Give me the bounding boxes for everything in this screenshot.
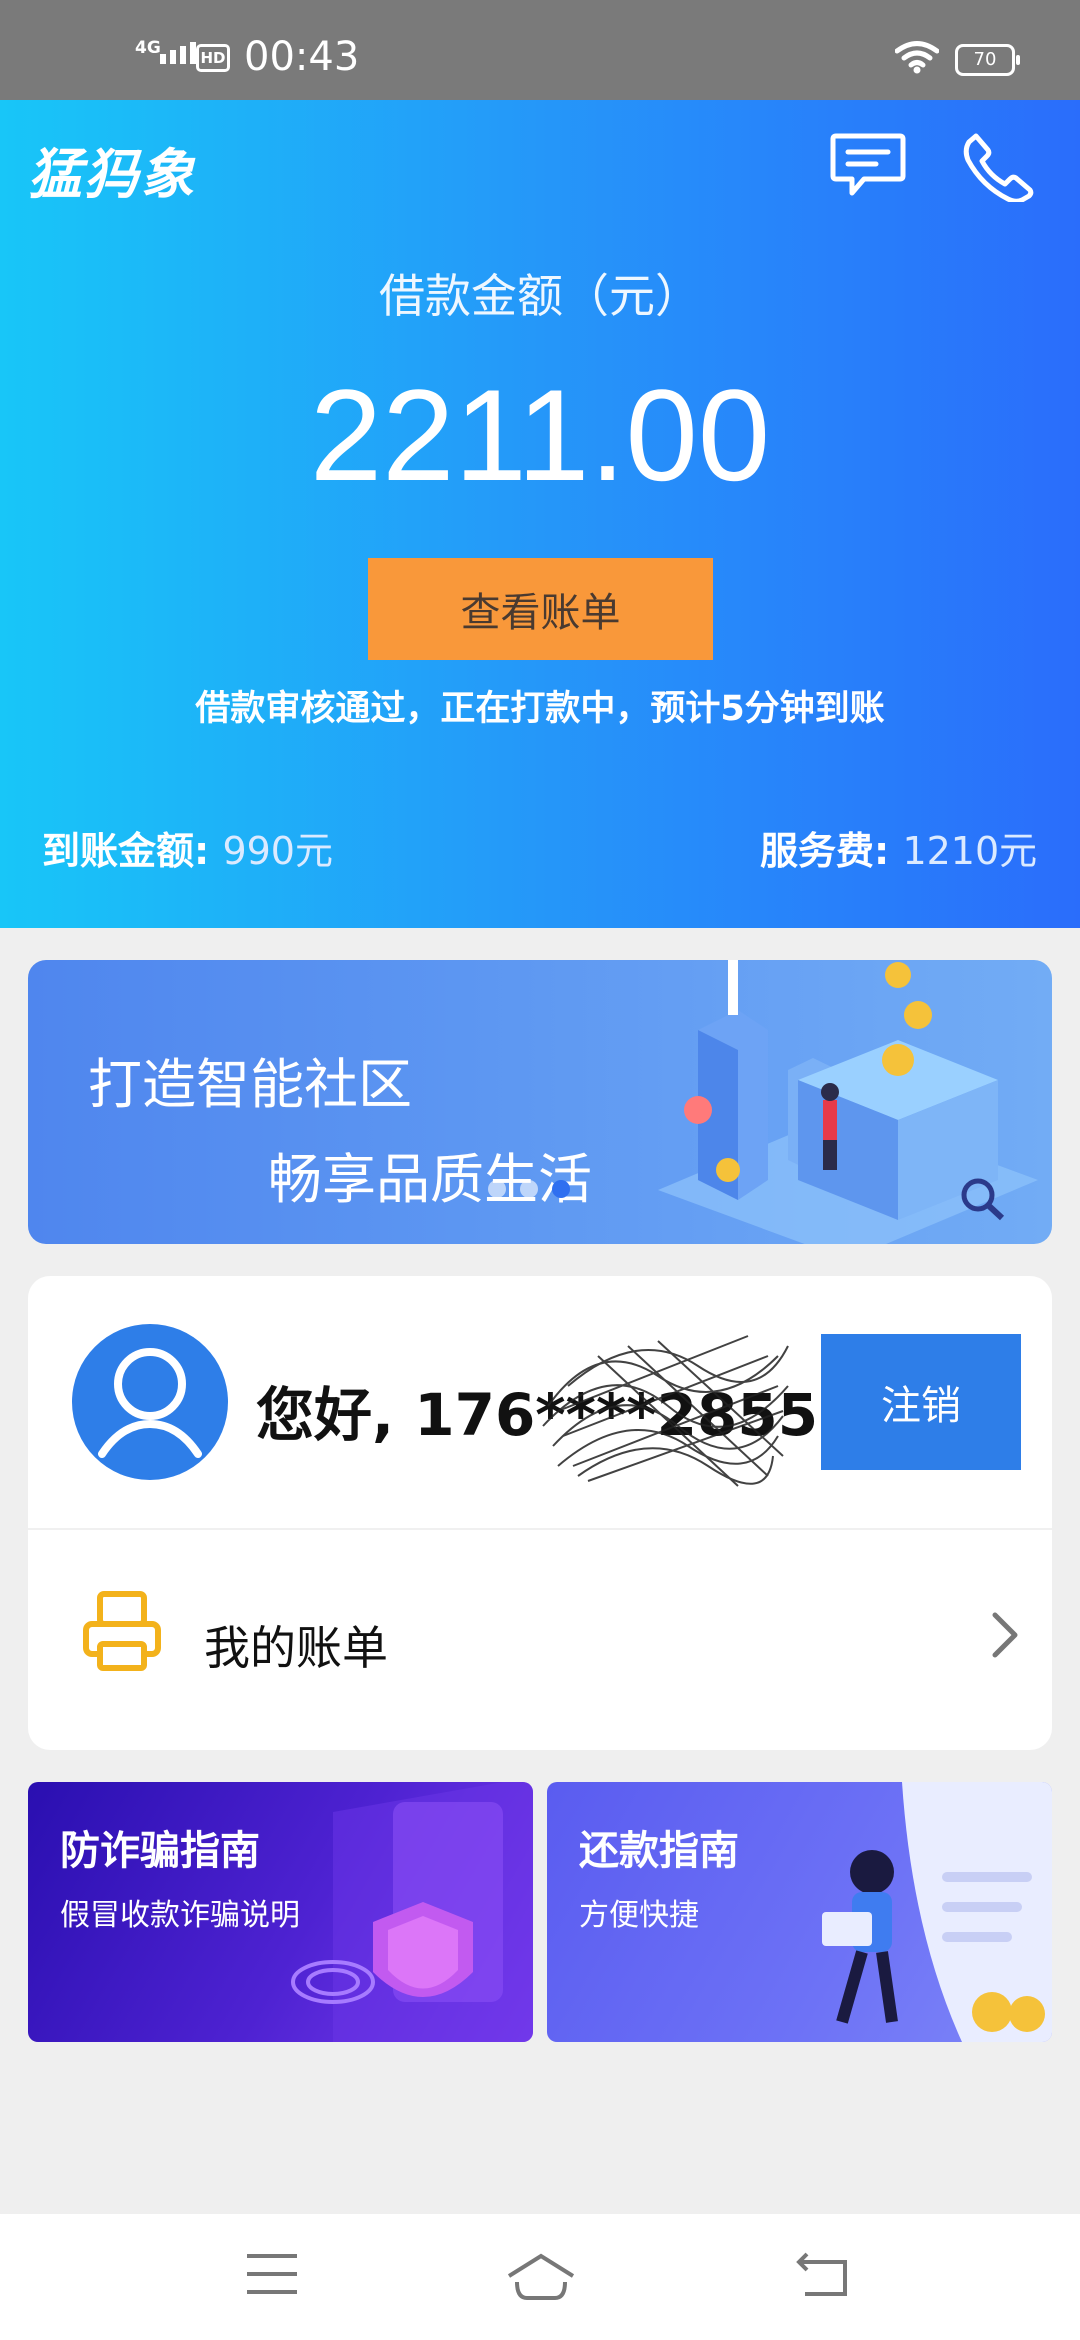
redaction-scribble (542, 1335, 789, 1487)
anti-fraud-guide-subtitle: 假冒收款诈骗说明 (60, 1898, 300, 1933)
avatar-icon (72, 1324, 228, 1480)
loan-amount: 2211.00 (309, 362, 771, 508)
user-card: 您好, 176****2855 注销 我的账单 (28, 1276, 1052, 1750)
message-icon[interactable] (830, 132, 906, 198)
service-fee-label: 服务费: (760, 829, 890, 873)
service-fee-value: 1210元 (902, 829, 1038, 873)
smart-community-illustration (658, 960, 1038, 1244)
wifi-icon (895, 41, 939, 74)
loan-hero: 猛犸象 借款金额（元） 2211.00 查看账单 借款审核通过，正在打款中，预计… (0, 100, 1080, 928)
back-icon[interactable] (795, 2252, 851, 2298)
received-amount: 到账金额: 990元 (42, 820, 333, 875)
app-title: 猛犸象 (28, 143, 196, 206)
received-amount-value: 990元 (222, 829, 333, 873)
service-fee: 服务费: 1210元 (760, 820, 1037, 875)
anti-fraud-guide-title: 防诈骗指南 (60, 1828, 260, 1874)
menu-icon[interactable] (245, 2252, 299, 2296)
signal-icon (160, 42, 196, 64)
received-amount-label: 到账金额: (42, 829, 210, 873)
repayment-guide-subtitle: 方便快捷 (579, 1898, 699, 1933)
printer-icon (83, 1591, 161, 1671)
banner-dot[interactable] (520, 1180, 538, 1198)
loan-amount-label: 借款金额（元） (379, 269, 701, 323)
network-type: 4G (135, 38, 161, 58)
system-nav-bar (0, 2214, 1080, 2340)
banner-pagination (488, 1180, 570, 1198)
banner-dot-active[interactable] (552, 1180, 570, 1198)
anti-fraud-guide-card[interactable]: 防诈骗指南 假冒收款诈骗说明 (28, 1782, 533, 2042)
logout-button[interactable]: 注销 (821, 1334, 1021, 1470)
shield-illustration (291, 1782, 533, 2042)
view-bill-button[interactable]: 查看账单 (368, 558, 713, 660)
banner-line-1: 打造智能社区 (88, 1053, 412, 1116)
repayment-illustration (822, 1782, 1052, 2042)
status-bar: 4G HD 00:43 70 (0, 0, 1080, 100)
repayment-guide-card[interactable]: 还款指南 方便快捷 (547, 1782, 1052, 2042)
my-bill-label: 我的账单 (204, 1621, 388, 1675)
repayment-guide-title: 还款指南 (579, 1828, 739, 1874)
home-icon[interactable] (505, 2252, 577, 2302)
phone-icon[interactable] (960, 130, 1036, 202)
loan-status-notice: 借款审核通过，正在打款中，预计5分钟到账 (195, 689, 885, 729)
battery-icon: 70 (955, 44, 1020, 76)
hd-badge: HD (196, 44, 230, 72)
banner-dot[interactable] (488, 1180, 506, 1198)
chevron-right-icon (992, 1612, 1018, 1658)
promo-banner[interactable]: 打造智能社区 畅享品质生活 (28, 960, 1052, 1244)
banner-line-2: 畅享品质生活 (268, 1148, 592, 1211)
status-time: 00:43 (244, 34, 360, 80)
my-bill-row[interactable]: 我的账单 (28, 1530, 1052, 1750)
